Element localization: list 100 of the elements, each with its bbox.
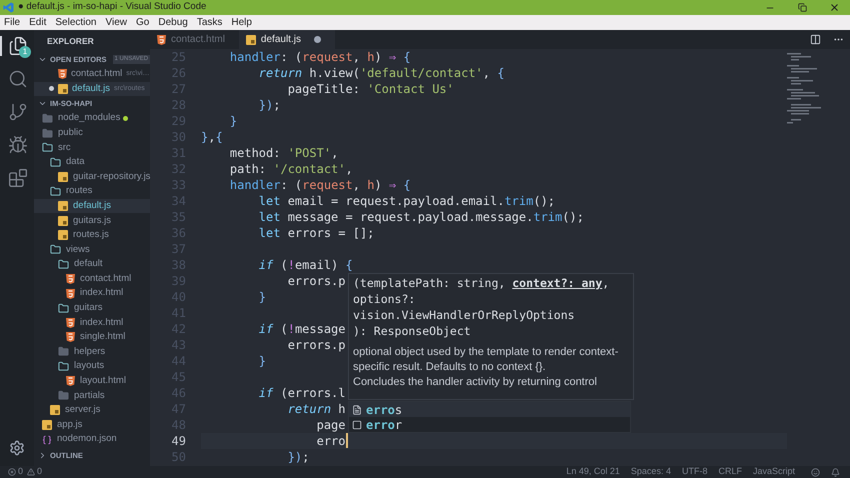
tree-item[interactable]: layouts [34,359,150,374]
suggestion-label: erro r [366,416,402,434]
tree-item[interactable]: layout.html [34,374,150,388]
code-line: } [258,353,266,369]
doc-text: Concludes the handler activity by returning control [353,375,598,390]
code-line: return h.view('default/contact', { [258,65,504,81]
file-icon [58,172,68,182]
warning-count[interactable]: 0 [37,465,42,478]
file-icon [50,405,60,416]
tree-item[interactable]: data [34,154,150,170]
tree-item[interactable]: server.js [34,403,150,418]
code-line: method: 'POST', [228,145,338,161]
code-line: errors.p [286,337,346,353]
status-item[interactable]: JavaScript [752,465,795,478]
signature-line: options?: [353,291,416,307]
tree-item[interactable]: default [34,257,150,272]
split-editor-icon[interactable] [810,34,821,45]
tree-item[interactable]: app.js [34,418,150,432]
bell-icon[interactable] [831,468,840,476]
menu-item[interactable]: File [4,15,20,30]
code-line: handler: (request, h) ⇒ { [228,177,411,193]
code-line: page [316,417,346,433]
code-line: }); [258,97,280,113]
braces-icon [42,434,52,445]
error-count[interactable]: 0 [18,465,24,478]
chevron-icon[interactable] [38,55,47,64]
warning-icon[interactable] [27,468,36,476]
search-icon[interactable] [8,69,28,89]
tree-item[interactable]: public [34,126,150,140]
document-icon [352,404,362,414]
code-line: if (!message [258,321,346,337]
code-line: if (errors.l [258,385,346,401]
chevron-icon[interactable] [38,450,47,460]
smiley-icon[interactable] [811,468,820,476]
tree-item[interactable]: routes [34,184,150,199]
tree-item[interactable]: guitars.js [34,213,150,228]
box-icon [352,420,362,430]
tree-item[interactable]: routes.js [34,228,150,243]
code-line: }); [286,449,310,465]
shield-icon [66,288,75,299]
tree-item[interactable]: single.html [34,330,150,345]
menu-item[interactable]: View [106,15,127,30]
file-icon [58,84,68,94]
tree-item[interactable]: src [34,140,150,155]
code-line: let email = request.payload.email.trim(); [258,193,556,209]
status-item[interactable]: Spaces: 4 [630,465,671,478]
shield-icon [66,376,75,386]
shield-icon [66,274,75,284]
file-icon [58,216,68,226]
file-icon [246,34,256,44]
tree-item[interactable]: nodemon.json [34,432,150,447]
doc-text: optional object used by the template to render context-specific result. Defaults to no context {}. [353,345,620,375]
line-number: 49 [170,433,187,449]
close-icon[interactable] [828,2,840,13]
code-line: } [258,289,266,305]
code-line: } [228,113,238,129]
window-title: ● default.js - im-so-hapi - Visual Studio Code [18,0,206,14]
file-name: default.js [72,82,110,96]
code-line: return h [286,401,346,417]
notification-badge: 1 [19,46,31,58]
restore-icon[interactable] [798,3,806,12]
menu-item[interactable]: Edit [29,15,46,30]
menu-item[interactable]: Tasks [196,15,222,30]
menu-item[interactable]: Debug [158,15,188,30]
menu-item[interactable]: Go [136,15,150,30]
menu-item[interactable]: Selection [55,15,96,30]
tree-item[interactable]: contact.html [34,272,150,286]
text-cursor [346,433,348,448]
suggestion-item[interactable]: erro r [349,417,630,432]
status-item[interactable]: UTF-8 [682,465,708,478]
error-icon[interactable] [8,468,16,476]
tree-item[interactable]: index.html [34,286,150,301]
signature-line: (templatePath: string, context?: any, [353,275,610,291]
tree-item[interactable]: guitar-repository.js [34,170,150,184]
tree-item[interactable]: guitars [34,300,150,316]
suggestion-label: erros [366,402,402,418]
suggestion-item[interactable]: erros [349,402,630,417]
app-logo-icon [3,2,14,13]
blocks-icon[interactable] [8,168,28,188]
tree-item[interactable]: node_modules [34,111,150,126]
code-line: path: '/contact', [228,161,353,177]
editor-tab[interactable]: contact.html [150,30,239,49]
tree-item[interactable]: helpers [34,344,150,360]
menu-item[interactable]: Help [231,15,252,30]
tree-item[interactable]: default.js [34,198,150,214]
explorer-icon[interactable] [8,36,28,56]
tree-item[interactable]: partials [34,388,150,404]
status-item[interactable]: CRLF [718,465,742,478]
status-item[interactable]: Ln 49, Col 21 [566,465,620,478]
file-icon [58,201,68,212]
file-icon [42,420,52,430]
editor-tab[interactable]: default.js [238,30,335,49]
tree-item[interactable]: views [34,242,150,258]
tree-item[interactable]: index.html [34,316,150,330]
signature-line: ): ResponseObject [353,323,471,339]
bug-icon[interactable] [8,135,28,155]
signature-line: vision.ViewHandlerOrReplyOptions [353,307,575,323]
branch-icon[interactable] [8,102,28,122]
code-line: errors.p [286,273,346,289]
settings-icon[interactable] [9,440,25,456]
